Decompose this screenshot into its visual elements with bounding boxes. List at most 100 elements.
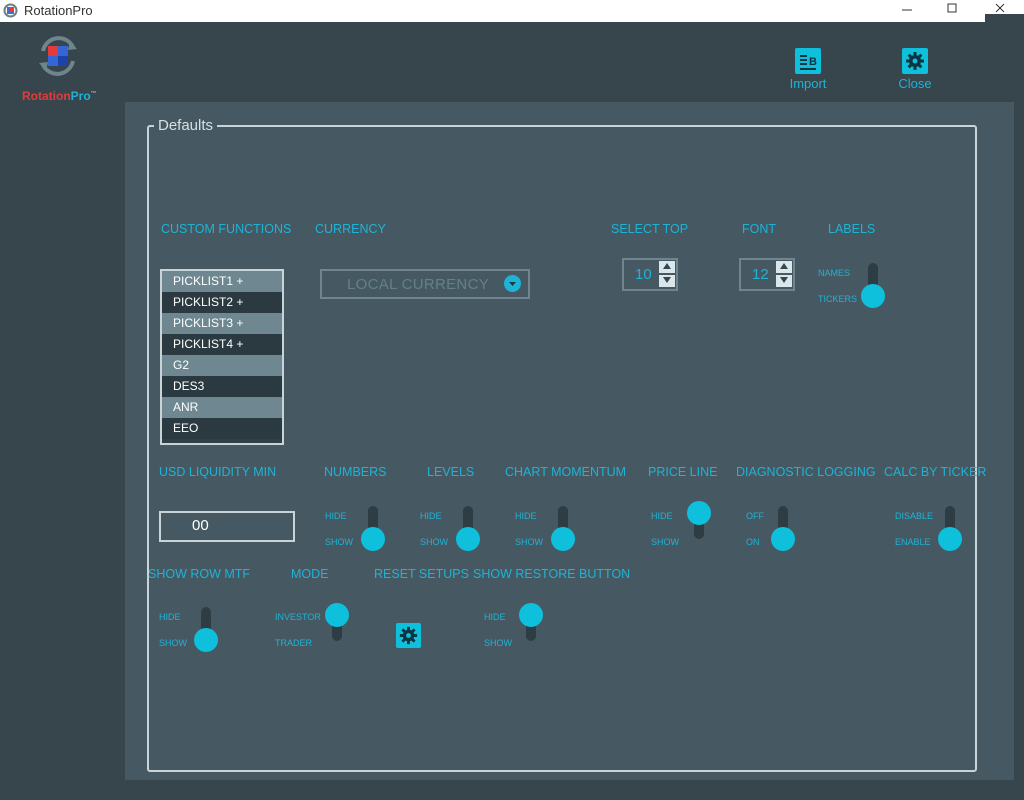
price-line-top-option: HIDE: [651, 511, 673, 521]
gear-icon: [902, 48, 928, 74]
diagnostic-logging-bottom-option: ON: [746, 537, 760, 547]
chart-momentum-top-option: HIDE: [515, 511, 537, 521]
group-title: Defaults: [154, 117, 218, 134]
chevron-down-icon: [504, 275, 521, 292]
custom-functions-list[interactable]: PICKLIST1 + PICKLIST2 + PICKLIST3 + PICK…: [160, 269, 284, 445]
list-item[interactable]: PICKLIST3 +: [162, 313, 282, 334]
levels-top-option: HIDE: [420, 511, 442, 521]
diagnostic-logging-header: DIAGNOSTIC LOGGING: [736, 465, 876, 479]
toggle-knob: [456, 527, 480, 551]
diagnostic-logging-toggle[interactable]: [768, 504, 796, 551]
window-title: RotationPro: [24, 3, 93, 18]
usd-liquidity-min-header: USD LIQUIDITY MIN: [159, 465, 277, 479]
select-top-down-button[interactable]: [659, 275, 675, 287]
mode-toggle[interactable]: [322, 603, 350, 649]
svg-text:B: B: [809, 56, 817, 68]
show-restore-button-top-option: HIDE: [484, 612, 506, 622]
mode-bottom-option: TRADER: [275, 638, 313, 648]
price-line-toggle[interactable]: [684, 501, 712, 547]
list-item[interactable]: PICKLIST2 +: [162, 292, 282, 313]
list-item[interactable]: ANR: [162, 397, 282, 418]
select-top-up-button[interactable]: [659, 261, 675, 273]
calc-by-ticker-toggle[interactable]: [935, 504, 963, 551]
import-icon: B: [795, 48, 821, 74]
list-item[interactable]: PICKLIST4 +: [162, 334, 282, 355]
calc-by-ticker-header: CALC BY TICKER: [884, 465, 987, 479]
font-down-button[interactable]: [776, 275, 792, 287]
close-button[interactable]: Close: [885, 48, 945, 91]
logo-text: RotationPro™: [22, 89, 97, 103]
show-restore-button-header: SHOW RESTORE BUTTON: [473, 567, 631, 581]
show-restore-button-toggle[interactable]: [516, 603, 544, 649]
chevron-up-icon: [663, 263, 671, 269]
title-bar: RotationPro: [0, 0, 1024, 22]
maximize-button[interactable]: [932, 0, 972, 22]
chart-momentum-bottom-option: SHOW: [515, 537, 543, 547]
labels-top-option: NAMES: [818, 268, 851, 278]
chart-momentum-header: CHART MOMENTUM: [505, 465, 627, 479]
close-icon: [995, 3, 1005, 13]
custom-functions-header: CUSTOM FUNCTIONS: [161, 222, 292, 236]
levels-bottom-option: SHOW: [420, 537, 448, 547]
show-row-mtf-bottom-option: SHOW: [159, 638, 187, 648]
list-item[interactable]: PICKLIST1 +: [162, 271, 282, 292]
reset-setups-button[interactable]: [396, 623, 421, 648]
titlebar-overlay: [985, 14, 1024, 22]
font-spinner[interactable]: 12: [739, 258, 795, 291]
select-top-value: 10: [635, 266, 652, 283]
show-restore-button-bottom-option: SHOW: [484, 638, 512, 648]
chevron-down-icon: [780, 277, 788, 283]
currency-header: CURRENCY: [315, 222, 386, 236]
toggle-knob: [361, 527, 385, 551]
labels-header: LABELS: [828, 222, 876, 236]
toggle-knob: [861, 284, 885, 308]
toggle-knob: [325, 603, 349, 627]
calc-by-ticker-top-option: DISABLE: [895, 511, 934, 521]
usd-liquidity-min-value: 00: [192, 517, 209, 534]
currency-value: LOCAL CURRENCY: [347, 276, 490, 293]
chevron-up-icon: [780, 263, 788, 269]
calc-by-ticker-bottom-option: ENABLE: [895, 537, 931, 547]
mode-top-option: INVESTOR: [275, 612, 321, 622]
select-top-header: SELECT TOP: [611, 222, 689, 236]
gear-icon: [399, 626, 418, 645]
font-value: 12: [752, 266, 769, 283]
toggle-knob: [194, 628, 218, 652]
labels-bottom-option: TICKERS: [818, 294, 858, 304]
minimize-icon: [902, 9, 912, 11]
maximize-icon: [947, 3, 957, 13]
import-button[interactable]: B Import: [778, 48, 838, 91]
currency-select[interactable]: LOCAL CURRENCY: [320, 269, 530, 299]
show-row-mtf-header: SHOW ROW MTF: [148, 567, 251, 581]
close-label: Close: [898, 76, 932, 91]
list-item[interactable]: G2: [162, 355, 282, 376]
usd-liquidity-min-input[interactable]: 00: [159, 511, 295, 542]
numbers-toggle[interactable]: [358, 504, 386, 551]
import-label: Import: [789, 76, 827, 91]
labels-toggle[interactable]: [858, 261, 886, 308]
font-up-button[interactable]: [776, 261, 792, 273]
price-line-header: PRICE LINE: [648, 465, 718, 479]
app-icon: [3, 3, 18, 18]
font-header: FONT: [742, 222, 777, 236]
select-top-spinner[interactable]: 10: [622, 258, 678, 291]
levels-header: LEVELS: [427, 465, 475, 479]
price-line-bottom-option: SHOW: [651, 537, 679, 547]
chart-momentum-toggle[interactable]: [548, 504, 576, 551]
numbers-bottom-option: SHOW: [325, 537, 353, 547]
levels-toggle[interactable]: [453, 504, 481, 551]
list-item[interactable]: EEO: [162, 418, 282, 439]
toggle-knob: [771, 527, 795, 551]
toggle-knob: [938, 527, 962, 551]
top-toolbar: [0, 22, 1024, 102]
show-row-mtf-toggle[interactable]: [191, 605, 219, 652]
list-item[interactable]: DES3: [162, 376, 282, 397]
chevron-down-icon: [663, 277, 671, 283]
diagnostic-logging-top-option: OFF: [746, 511, 764, 521]
reset-setups-header: RESET SETUPS: [374, 567, 469, 581]
minimize-button[interactable]: [887, 0, 927, 22]
numbers-top-option: HIDE: [325, 511, 347, 521]
toggle-knob: [519, 603, 543, 627]
logo-icon: [39, 36, 77, 76]
toggle-knob: [551, 527, 575, 551]
